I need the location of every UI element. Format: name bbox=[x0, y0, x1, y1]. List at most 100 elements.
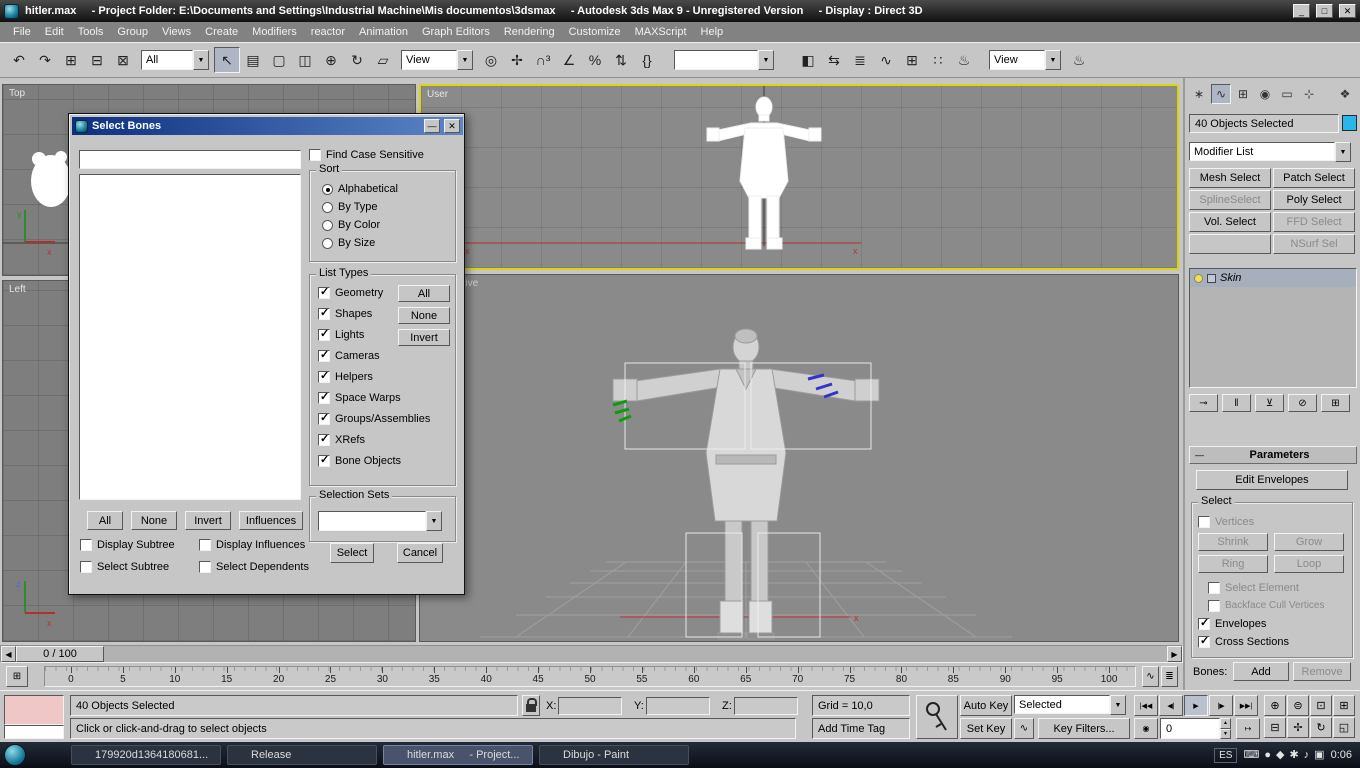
list-type-checkbox[interactable]: Space Warps bbox=[318, 387, 455, 408]
network-icon[interactable]: ▣ bbox=[1314, 749, 1324, 761]
modify-tab-icon[interactable]: ∿ bbox=[1211, 84, 1231, 104]
angle-snap-icon[interactable]: ∠ bbox=[556, 47, 582, 73]
panel-hand-icon[interactable]: ❖ bbox=[1335, 84, 1355, 104]
configure-modifier-sets-icon[interactable]: ⊞ bbox=[1321, 394, 1350, 412]
sort-radio[interactable]: By Color bbox=[322, 216, 455, 234]
y-coordinate-field[interactable] bbox=[646, 697, 710, 715]
arc-rotate-icon[interactable]: ↻ bbox=[1310, 717, 1332, 738]
snaps-toggle-icon[interactable]: ∩³ bbox=[530, 47, 556, 73]
spinner-down-icon[interactable]: ▼ bbox=[1220, 728, 1231, 739]
open-mini-curve-editor-button[interactable]: ⊞ bbox=[6, 666, 28, 687]
maxscript-mini-listener-macro[interactable] bbox=[4, 695, 64, 725]
show-curves-button[interactable]: ∿ bbox=[1142, 666, 1159, 687]
modifier-stack[interactable]: Skin bbox=[1189, 268, 1357, 388]
edit-named-selection-sets-icon[interactable]: {} bbox=[634, 47, 660, 73]
menu-item[interactable]: MAXScript bbox=[628, 24, 694, 40]
list-types-button[interactable]: None bbox=[398, 307, 450, 324]
loop-button[interactable]: Loop bbox=[1274, 555, 1344, 573]
object-name-field[interactable]: 40 Objects Selected bbox=[1189, 114, 1339, 133]
messenger-icon[interactable]: ◆ bbox=[1276, 749, 1284, 761]
pin-stack-icon[interactable]: ⊸ bbox=[1189, 394, 1218, 412]
select-and-move-icon[interactable]: ⊕ bbox=[318, 47, 344, 73]
ring-button[interactable]: Ring bbox=[1198, 555, 1268, 573]
key-filters-button[interactable]: Key Filters... bbox=[1038, 718, 1130, 739]
viewport-user[interactable]: User x x bbox=[419, 84, 1179, 270]
menu-item[interactable]: Views bbox=[155, 24, 198, 40]
show-end-result-icon[interactable]: ‖ bbox=[1222, 394, 1251, 412]
previous-frame-button[interactable]: ◀| bbox=[1159, 695, 1183, 716]
zoom-all-icon[interactable]: ⊜ bbox=[1287, 695, 1309, 716]
add-time-tag[interactable]: Add Time Tag bbox=[812, 718, 910, 739]
keyboard-icon[interactable]: ⌨ bbox=[1243, 749, 1259, 761]
cross-sections-checkbox[interactable]: Cross Sections bbox=[1198, 631, 1289, 652]
modifier-button[interactable]: NSurf Sel bbox=[1273, 234, 1355, 254]
go-to-start-button[interactable]: |◀◀ bbox=[1134, 695, 1158, 716]
viewport-perspective[interactable]: Perspective x bbox=[419, 274, 1179, 642]
chevron-down-icon[interactable]: ▼ bbox=[758, 50, 774, 70]
add-bones-button[interactable]: Add bbox=[1233, 662, 1289, 681]
chevron-down-icon[interactable]: ▼ bbox=[426, 511, 442, 531]
display-tab-icon[interactable]: ▭ bbox=[1277, 84, 1297, 104]
use-pivot-center-icon[interactable]: ◎ bbox=[478, 47, 504, 73]
chevron-down-icon[interactable]: ▼ bbox=[1335, 142, 1351, 162]
select-and-scale-icon[interactable]: ▱ bbox=[370, 47, 396, 73]
play-button[interactable]: ▶ bbox=[1184, 695, 1208, 716]
close-button[interactable]: ✕ bbox=[1339, 4, 1356, 18]
time-slider[interactable]: 0 / 100 bbox=[16, 646, 104, 662]
select-and-manipulate-icon[interactable]: ✢ bbox=[504, 47, 530, 73]
selection-sets-combo[interactable]: ▼ bbox=[318, 511, 442, 531]
chevron-down-icon[interactable]: ▼ bbox=[457, 50, 473, 70]
key-mode-combo[interactable]: Selected ▼ bbox=[1014, 695, 1126, 715]
select-object-icon[interactable]: ↖ bbox=[214, 47, 240, 73]
next-frame-button[interactable]: |▶ bbox=[1209, 695, 1233, 716]
bone-name-input[interactable] bbox=[79, 150, 301, 169]
bones-listbox[interactable] bbox=[79, 174, 301, 500]
rectangular-selection-region-icon[interactable]: ▢ bbox=[266, 47, 292, 73]
language-indicator[interactable]: ES bbox=[1214, 747, 1238, 763]
render-view-combo[interactable]: View ▼ bbox=[989, 50, 1061, 70]
viewport-label[interactable]: Left bbox=[9, 284, 26, 295]
go-to-end-alt-button[interactable]: ↦ bbox=[1236, 718, 1260, 739]
set-key-button[interactable]: Set Key bbox=[960, 718, 1012, 739]
menu-item[interactable]: Group bbox=[110, 24, 155, 40]
zoom-icon[interactable]: ⊕ bbox=[1264, 695, 1286, 716]
influences-button[interactable]: Influences bbox=[239, 511, 303, 530]
modifier-button[interactable]: Poly Select bbox=[1273, 190, 1355, 210]
unlink-selection-icon[interactable]: ⊟ bbox=[84, 47, 110, 73]
show-keys-button[interactable]: ≣ bbox=[1161, 666, 1178, 687]
antivirus-icon[interactable]: ● bbox=[1264, 749, 1271, 761]
menu-item[interactable]: Edit bbox=[38, 24, 71, 40]
scroll-left-icon[interactable]: ◀ bbox=[1, 646, 16, 662]
zoom-extents-icon[interactable]: ⊡ bbox=[1310, 695, 1332, 716]
list-type-checkbox[interactable]: Bone Objects bbox=[318, 450, 455, 471]
all-button[interactable]: All bbox=[87, 511, 123, 530]
display-subtree-checkbox[interactable]: Display Subtree bbox=[80, 534, 175, 555]
x-coordinate-field[interactable] bbox=[558, 697, 622, 715]
viewport-label[interactable]: User bbox=[427, 89, 448, 100]
object-color-swatch[interactable] bbox=[1342, 115, 1357, 131]
display-influences-checkbox[interactable]: Display Influences bbox=[199, 534, 305, 555]
mirror-icon[interactable]: ◧ bbox=[795, 47, 821, 73]
menu-item[interactable]: Animation bbox=[352, 24, 415, 40]
select-button[interactable]: Select bbox=[330, 543, 374, 563]
bind-to-space-warp-icon[interactable]: ⊠ bbox=[110, 47, 136, 73]
visibility-bulb-icon[interactable] bbox=[1194, 273, 1203, 283]
menu-item[interactable]: Create bbox=[198, 24, 245, 40]
remove-modifier-icon[interactable]: ⊘ bbox=[1288, 394, 1317, 412]
selection-lock-toggle[interactable] bbox=[522, 695, 540, 716]
minimize-button[interactable]: _ bbox=[1293, 4, 1310, 18]
frame-number-field[interactable]: 0 bbox=[1160, 718, 1220, 739]
chevron-down-icon[interactable]: ▼ bbox=[1045, 50, 1061, 70]
dialog-close-button[interactable]: ✕ bbox=[444, 119, 460, 133]
default-tangent-button[interactable]: ∿ bbox=[1014, 718, 1034, 739]
find-case-sensitive-checkbox[interactable]: Find Case Sensitive bbox=[309, 144, 424, 165]
taskbar-button[interactable]: 179920d1364180681... bbox=[71, 745, 221, 765]
parameters-rollout[interactable]: — Parameters bbox=[1189, 446, 1357, 464]
start-button[interactable] bbox=[4, 744, 26, 766]
modifier-list-combo[interactable]: Modifier List ▼ bbox=[1189, 142, 1351, 162]
taskbar-button[interactable]: Dibujo - Paint bbox=[539, 745, 689, 765]
collapse-icon[interactable]: — bbox=[1195, 450, 1204, 460]
key-step-toggle[interactable]: ◉ bbox=[1134, 718, 1158, 739]
modifier-button[interactable]: SplineSelect bbox=[1189, 190, 1271, 210]
create-tab-icon[interactable]: ∗ bbox=[1189, 84, 1209, 104]
